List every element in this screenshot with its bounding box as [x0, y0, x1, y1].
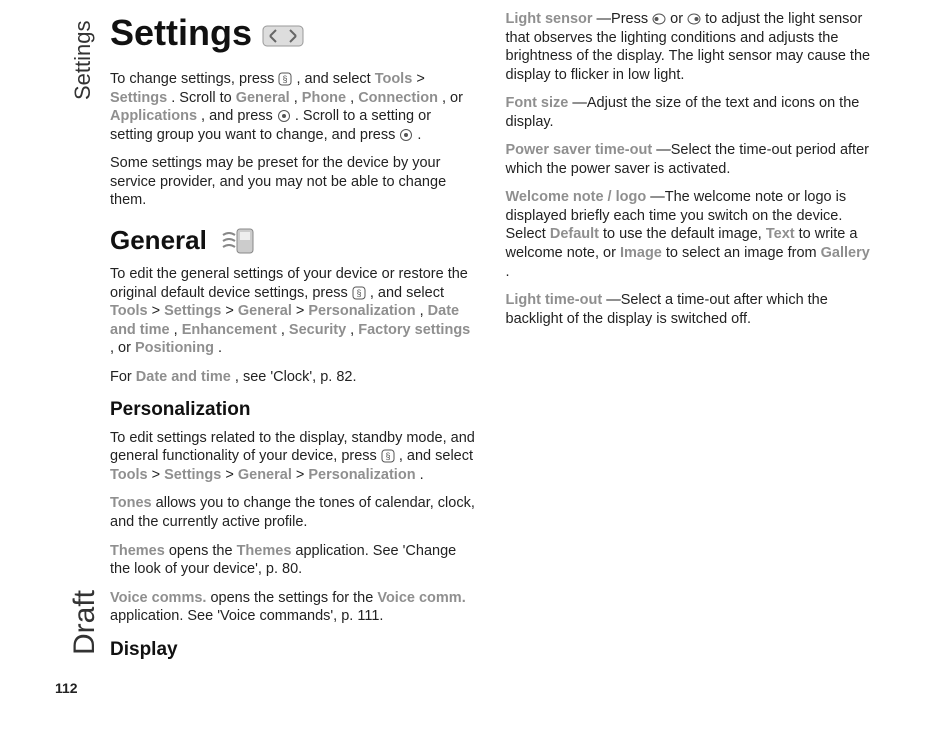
heading-personalization: Personalization: [110, 398, 476, 422]
term-applications: Applications: [110, 108, 197, 124]
light-sensor-paragraph: Light sensor —Press or to adjust the lig…: [506, 10, 872, 84]
settings-icon: [262, 17, 304, 49]
term-gallery: Gallery: [821, 245, 870, 261]
menu-key-icon: §: [381, 449, 395, 463]
term-personalization: Personalization: [308, 467, 415, 483]
term-general: General: [236, 90, 290, 106]
section-tab-label: Settings: [70, 21, 96, 101]
term-text: Text: [766, 226, 795, 242]
general-icon: [217, 225, 259, 257]
term-tools: Tools: [110, 467, 148, 483]
heading-general: General: [110, 224, 476, 257]
svg-text:§: §: [283, 74, 288, 84]
term-power-saver-timeout: Power saver time-out: [506, 142, 653, 158]
menu-key-icon: §: [352, 286, 366, 300]
themes-paragraph: Themes opens the Themes application. See…: [110, 542, 476, 579]
clock-crossref: For Date and time , see 'Clock', p. 82.: [110, 368, 476, 387]
draft-watermark: Draft: [68, 590, 102, 655]
term-connection: Connection: [358, 90, 438, 106]
term-security: Security: [289, 322, 346, 338]
term-default: Default: [550, 226, 599, 242]
power-saver-paragraph: Power saver time-out —Select the time-ou…: [506, 141, 872, 178]
term-factory-settings: Factory settings: [358, 322, 470, 338]
term-phone: Phone: [302, 90, 346, 106]
term-light-timeout: Light time-out: [506, 292, 603, 308]
heading-general-text: General: [110, 224, 207, 257]
term-voice-comms: Voice comms.: [110, 590, 206, 606]
term-general: General: [238, 467, 292, 483]
term-welcome-note-logo: Welcome note / logo: [506, 189, 647, 205]
term-settings: Settings: [164, 467, 221, 483]
tones-paragraph: Tones allows you to change the tones of …: [110, 494, 476, 531]
term-positioning: Positioning: [135, 340, 214, 356]
page-number: 112: [55, 680, 78, 696]
font-size-paragraph: Font size —Adjust the size of the text a…: [506, 94, 872, 131]
intro-paragraph: To change settings, press § , and select…: [110, 70, 476, 144]
personalization-paragraph: To edit settings related to the display,…: [110, 429, 476, 485]
term-date-and-time: Date and time: [136, 369, 231, 385]
term-font-size: Font size: [506, 95, 569, 111]
term-enhancement: Enhancement: [182, 322, 277, 338]
page-title-text: Settings: [110, 10, 252, 56]
preset-note: Some settings may be preset for the devi…: [110, 154, 476, 210]
general-paragraph: To edit the general settings of your dev…: [110, 265, 476, 358]
term-light-sensor: Light sensor: [506, 11, 593, 27]
term-tones: Tones: [110, 495, 152, 511]
select-key-icon: [277, 109, 291, 123]
term-themes: Themes: [110, 543, 165, 559]
light-timeout-paragraph: Light time-out —Select a time-out after …: [506, 291, 872, 328]
welcome-note-paragraph: Welcome note / logo —The welcome note or…: [506, 188, 872, 281]
scroll-left-icon: [652, 12, 666, 26]
svg-text:§: §: [356, 288, 361, 298]
term-personalization: Personalization: [308, 303, 415, 319]
term-voice-comm-app: Voice comm.: [377, 590, 465, 606]
term-general: General: [238, 303, 292, 319]
term-image: Image: [620, 245, 662, 261]
page-content: Settings To change settings, press § , a…: [110, 10, 871, 704]
term-themes-app: Themes: [237, 543, 292, 559]
svg-text:§: §: [385, 451, 390, 461]
term-tools: Tools: [110, 303, 148, 319]
menu-key-icon: §: [278, 72, 292, 86]
select-key-icon: [399, 128, 413, 142]
term-settings: Settings: [164, 303, 221, 319]
voice-comms-paragraph: Voice comms. opens the settings for the …: [110, 589, 476, 626]
left-margin-rail: Settings Draft: [50, 0, 90, 734]
term-tools: Tools: [375, 71, 413, 87]
scroll-right-icon: [687, 12, 701, 26]
page-title: Settings: [110, 10, 476, 56]
heading-display: Display: [110, 638, 476, 662]
term-settings: Settings: [110, 90, 167, 106]
